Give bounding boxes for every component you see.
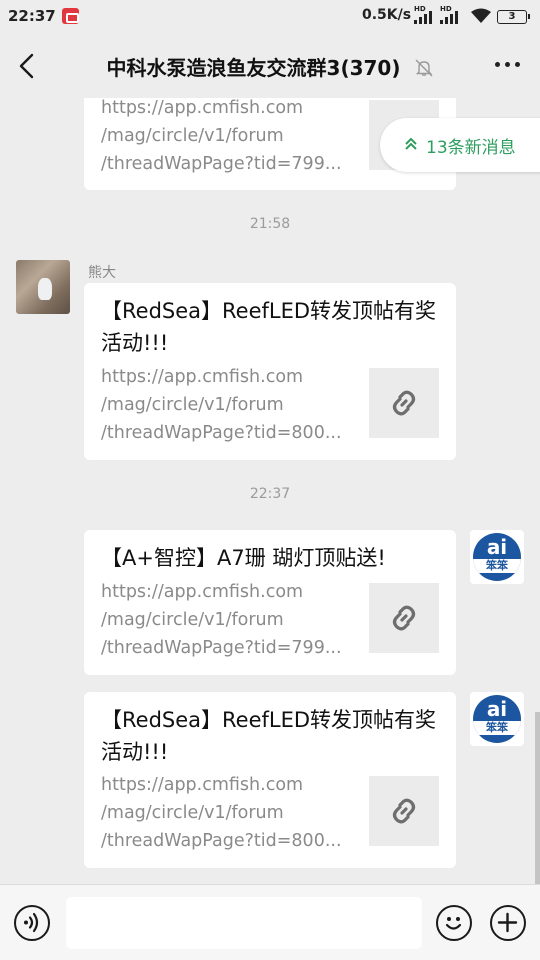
link-thumbnail	[369, 368, 439, 438]
bot-avatar-band: 笨笨	[473, 721, 521, 735]
link-message-card[interactable]: 【RedSea】ReefLED转发顶帖有奖活动!!! https://app.c…	[84, 692, 456, 868]
link-url: https://app.cmfish.com /mag/circle/v1/fo…	[101, 363, 363, 447]
url-line-2: /mag/circle/v1/forum	[101, 395, 284, 415]
link-title: 【A+智控】A7珊 瑚灯顶贴送!	[101, 546, 386, 570]
chat-area[interactable]: https://app.cmfish.com /mag/circle/v1/fo…	[0, 98, 540, 884]
input-bar	[0, 884, 540, 960]
url-line-2: /mag/circle/v1/forum	[101, 126, 284, 146]
bell-off-icon	[415, 59, 433, 77]
url-line-2: /mag/circle/v1/forum	[101, 803, 284, 823]
link-url: https://app.cmfish.com /mag/circle/v1/fo…	[101, 771, 363, 855]
link-icon	[392, 798, 416, 824]
bot-avatar-band: 笨笨	[473, 559, 521, 573]
emoji-icon[interactable]	[436, 905, 472, 941]
message-timestamp: 22:37	[249, 486, 291, 502]
bot-avatar-disc: ai 笨笨	[473, 695, 521, 743]
battery-level: 3	[508, 11, 516, 22]
plus-circle-icon[interactable]	[490, 905, 526, 941]
avatar[interactable]: ai 笨笨	[470, 692, 524, 746]
status-bar: 22:37 0.5K/s HD HD 3	[0, 0, 540, 34]
link-url: https://app.cmfish.com /mag/circle/v1/fo…	[101, 578, 363, 662]
link-title: 【RedSea】ReefLED转发顶帖有奖活动!!!	[101, 299, 437, 355]
more-dots-icon[interactable]	[495, 62, 520, 67]
message-input[interactable]	[66, 897, 422, 949]
bot-avatar-letters: ai	[486, 535, 508, 559]
bot-avatar-letters: ai	[486, 697, 508, 721]
battery-icon: 3	[497, 10, 530, 24]
double-chevron-up-icon	[405, 137, 417, 150]
url-line-1: https://app.cmfish.com	[101, 582, 304, 602]
page-title[interactable]: 中科水泵造浪鱼友交流群3(370)	[0, 52, 540, 81]
link-message-card[interactable]: 【RedSea】ReefLED转发顶帖有奖活动!!! https://app.c…	[84, 283, 456, 460]
url-line-3: /threadWapPage?tid=800...	[101, 423, 342, 443]
chat-header: 中科水泵造浪鱼友交流群3(370)	[0, 34, 540, 98]
link-thumbnail	[369, 776, 439, 846]
voice-icon[interactable]	[14, 905, 50, 941]
message-timestamp: 21:58	[249, 216, 291, 232]
bot-avatar-disc: ai 笨笨	[473, 533, 521, 581]
status-time: 22:37	[8, 7, 56, 25]
network-speed: 0.5K/s	[362, 7, 412, 23]
url-line-3: /threadWapPage?tid=800...	[101, 831, 342, 851]
sender-name: 熊大	[88, 265, 116, 281]
link-message-card[interactable]: 【A+智控】A7珊 瑚灯顶贴送! https://app.cmfish.com …	[84, 530, 456, 675]
url-line-3: /threadWapPage?tid=799...	[101, 638, 342, 658]
signal-icon-1	[414, 9, 436, 24]
signal-icon-2	[440, 9, 462, 24]
url-line-1: https://app.cmfish.com	[101, 98, 304, 118]
url-line-2: /mag/circle/v1/forum	[101, 610, 284, 630]
url-line-1: https://app.cmfish.com	[101, 367, 304, 387]
link-icon	[392, 390, 416, 416]
new-messages-button[interactable]: 13条新消息	[380, 118, 540, 172]
url-line-1: https://app.cmfish.com	[101, 775, 304, 795]
group-name: 中科水泵造浪鱼友交流群3(370)	[106, 56, 401, 80]
wifi-icon	[471, 8, 491, 23]
new-messages-label: 13条新消息	[426, 138, 516, 158]
scrollbar-thumb[interactable]	[535, 712, 540, 884]
link-url: https://app.cmfish.com /mag/circle/v1/fo…	[101, 98, 363, 178]
url-line-3: /threadWapPage?tid=799...	[101, 154, 342, 174]
link-icon	[392, 605, 416, 631]
avatar[interactable]: ai 笨笨	[470, 530, 524, 584]
avatar[interactable]	[16, 260, 70, 314]
red-app-icon	[62, 8, 79, 24]
link-thumbnail	[369, 583, 439, 653]
link-title: 【RedSea】ReefLED转发顶帖有奖活动!!!	[101, 708, 437, 764]
